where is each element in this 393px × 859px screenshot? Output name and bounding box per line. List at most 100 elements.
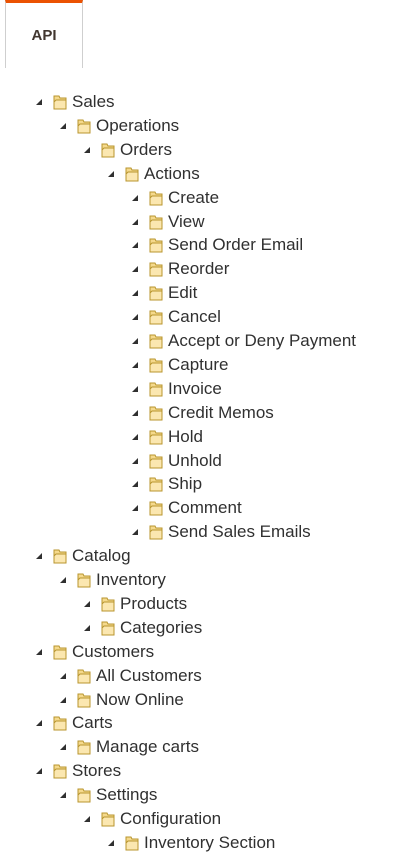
expanded-arrow-icon[interactable] (60, 122, 66, 129)
tree-node-label: Send Sales Emails (168, 522, 311, 542)
expanded-arrow-icon[interactable] (132, 361, 138, 368)
tree-node-hold[interactable]: Hold (132, 425, 203, 449)
tree-node-label: Send Order Email (168, 235, 304, 255)
tab-strip: API (0, 0, 393, 68)
tree-node-products[interactable]: Products (84, 592, 187, 616)
expanded-arrow-icon[interactable] (36, 648, 42, 655)
tree-node-view[interactable]: View (132, 210, 205, 234)
tree-node-stores[interactable]: Stores (36, 759, 121, 783)
folder-icon (149, 310, 163, 325)
tree-node-capture[interactable]: Capture (132, 353, 228, 377)
expanded-arrow-icon[interactable] (60, 672, 66, 679)
folder-icon (53, 764, 67, 779)
folder-icon (101, 812, 115, 827)
tree-node-comment[interactable]: Comment (132, 496, 242, 520)
tree-node-label: Stores (72, 761, 122, 781)
tree-node-create[interactable]: Create (132, 186, 219, 210)
tree-node-label: Configuration (120, 809, 222, 828)
tree-node-categories[interactable]: Categories (84, 616, 202, 640)
expanded-arrow-icon[interactable] (60, 577, 66, 583)
folder-icon (149, 262, 163, 277)
folder-icon (149, 477, 163, 492)
expanded-arrow-icon[interactable] (132, 409, 138, 416)
tree-node-operations[interactable]: Operations (60, 114, 179, 138)
tree-node-sales[interactable]: Sales (36, 90, 115, 114)
expanded-arrow-icon[interactable] (108, 170, 114, 177)
expanded-arrow-icon[interactable] (132, 290, 138, 297)
expanded-arrow-icon[interactable] (132, 505, 138, 512)
folder-icon (53, 549, 67, 564)
tree-node-orders[interactable]: Orders (84, 138, 172, 162)
tree-node-send-order-email[interactable]: Send Order Email (132, 233, 303, 257)
expanded-arrow-icon[interactable] (132, 218, 138, 225)
tree-node-inventory[interactable]: Inventory (60, 568, 166, 592)
folder-icon (101, 597, 115, 612)
expanded-arrow-icon[interactable] (132, 194, 138, 201)
tree-node-credit-memos[interactable]: Credit Memos (132, 401, 274, 425)
expanded-arrow-icon[interactable] (132, 481, 138, 488)
tree-node-configuration[interactable]: Configuration (84, 807, 221, 831)
folder-icon (149, 334, 163, 349)
tree-node-label: Create (168, 187, 220, 207)
tree-node-label: All Customers (96, 665, 202, 685)
expanded-arrow-icon[interactable] (60, 744, 66, 751)
folder-icon (77, 693, 91, 707)
folder-icon (53, 95, 67, 110)
expanded-arrow-icon[interactable] (84, 816, 90, 822)
tree-node-manage-carts[interactable]: Manage carts (60, 735, 199, 759)
expanded-arrow-icon[interactable] (60, 792, 66, 799)
folder-icon (149, 406, 163, 421)
folder-icon (149, 286, 163, 301)
expanded-arrow-icon[interactable] (84, 600, 90, 607)
tree-node-label: Now Online (96, 689, 184, 709)
tree-node-edit[interactable]: Edit (132, 281, 197, 305)
tab-api-label: API (31, 27, 57, 44)
expanded-arrow-icon[interactable] (36, 553, 42, 560)
tree-node-actions[interactable]: Actions (108, 162, 200, 186)
tree-node-cancel[interactable]: Cancel (132, 305, 221, 329)
folder-icon (101, 143, 115, 158)
expanded-arrow-icon[interactable] (132, 242, 138, 249)
expanded-arrow-icon[interactable] (84, 624, 90, 631)
folder-icon (53, 716, 67, 731)
tree-node-label: Ship (168, 474, 203, 494)
expanded-arrow-icon[interactable] (108, 839, 114, 846)
expanded-arrow-icon[interactable] (60, 696, 66, 703)
tree-node-reorder[interactable]: Reorder (132, 257, 229, 281)
tree-node-carts[interactable]: Carts (36, 711, 113, 735)
folder-icon (149, 454, 163, 468)
tree-node-catalog[interactable]: Catalog (36, 544, 131, 568)
expanded-arrow-icon[interactable] (36, 768, 42, 775)
tree-node-settings[interactable]: Settings (60, 783, 157, 807)
tree-node-now-online[interactable]: Now Online (60, 688, 184, 712)
tree-node-send-sales-emails[interactable]: Send Sales Emails (132, 520, 311, 544)
folder-icon (125, 836, 139, 851)
folder-icon (77, 788, 91, 803)
expanded-arrow-icon[interactable] (36, 99, 42, 105)
tree-node-label: Unhold (168, 450, 222, 470)
tree-node-unhold[interactable]: Unhold (132, 449, 222, 473)
expanded-arrow-icon[interactable] (132, 529, 138, 536)
tree-node-label: Comment (168, 498, 242, 518)
expanded-arrow-icon[interactable] (132, 266, 138, 273)
expanded-arrow-icon[interactable] (132, 457, 138, 464)
tree-node-label: Capture (168, 354, 229, 374)
tree-node-label: Hold (168, 426, 203, 446)
folder-icon (149, 382, 163, 397)
expanded-arrow-icon[interactable] (132, 314, 138, 321)
expanded-arrow-icon[interactable] (132, 385, 138, 392)
tree-node-ship[interactable]: Ship (132, 472, 202, 496)
tree-node-invoice[interactable]: Invoice (132, 377, 222, 401)
expanded-arrow-icon[interactable] (36, 720, 42, 727)
tab-api[interactable]: API (5, 0, 83, 68)
expanded-arrow-icon[interactable] (132, 338, 138, 344)
expanded-arrow-icon[interactable] (132, 433, 138, 440)
expanded-arrow-icon[interactable] (84, 146, 90, 153)
tree-node-inventory-section[interactable]: Inventory Section (108, 831, 275, 855)
folder-icon (77, 573, 91, 588)
tree-node-customers[interactable]: Customers (36, 640, 154, 664)
tree-node-label: Carts (72, 713, 113, 733)
tree-node-accept-or-deny-payment[interactable]: Accept or Deny Payment (132, 329, 356, 353)
tree-node-label: Inventory (96, 570, 166, 589)
tree-node-all-customers[interactable]: All Customers (60, 664, 202, 688)
